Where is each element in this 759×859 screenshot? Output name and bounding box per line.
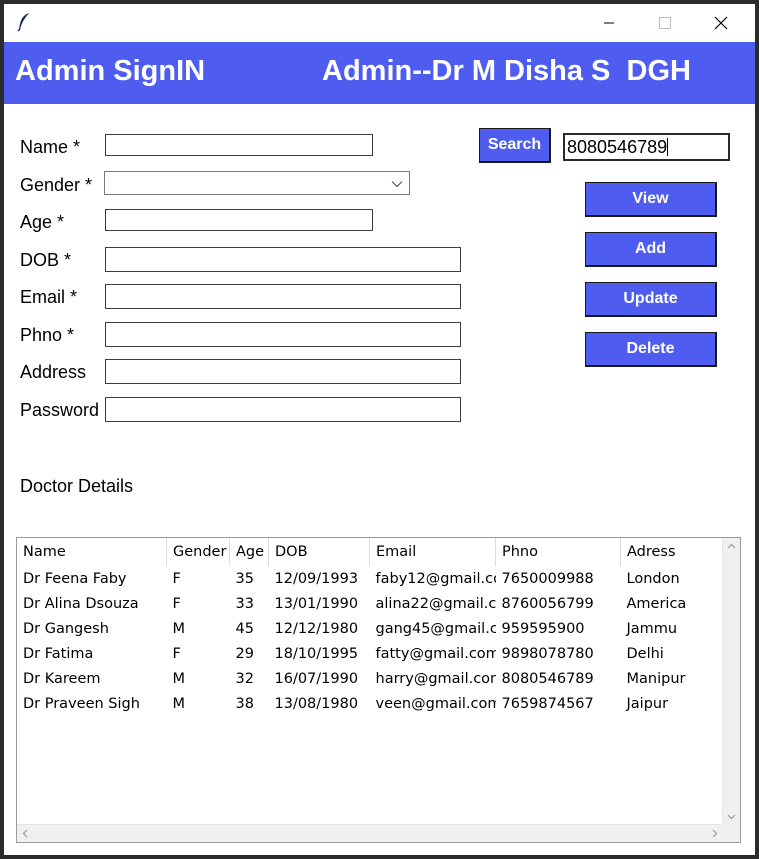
table-cell: Dr Praveen Sigh bbox=[23, 695, 140, 712]
table-cell: M bbox=[172, 670, 186, 687]
table-cell: 16/07/1990 bbox=[274, 670, 359, 687]
minimize-icon bbox=[604, 22, 614, 24]
table-cell: alina22@gmail.cc bbox=[375, 595, 496, 612]
table-row[interactable]: Dr Fatima F 29 18/10/1995 fatty@gmail.co… bbox=[17, 641, 740, 666]
age-label: Age * bbox=[20, 212, 65, 232]
close-button[interactable] bbox=[698, 8, 744, 38]
table-cell: 45 bbox=[235, 620, 254, 637]
table-cell: fatty@gmail.com bbox=[375, 645, 496, 662]
password-label: Password bbox=[20, 400, 100, 420]
table-row[interactable]: Dr Praveen Sigh M 38 13/08/1980 veen@gma… bbox=[17, 691, 740, 716]
email-label: Email * bbox=[20, 287, 78, 307]
table-cell: F bbox=[172, 570, 181, 587]
app-header: Admin SignIN Admin--Dr M Disha S DGH bbox=[4, 42, 755, 104]
maximize-icon bbox=[659, 17, 671, 29]
text-caret bbox=[667, 138, 669, 156]
scroll-right-icon[interactable] bbox=[710, 829, 719, 838]
table-cell: 29 bbox=[235, 645, 254, 662]
address-field[interactable] bbox=[105, 359, 461, 384]
password-field[interactable] bbox=[105, 397, 461, 422]
dob-label: DOB * bbox=[20, 250, 72, 270]
table-row[interactable]: Dr Alina Dsouza F 33 13/01/1990 alina22@… bbox=[17, 591, 740, 616]
gender-select[interactable] bbox=[104, 171, 410, 195]
table-cell: 7650009988 bbox=[501, 570, 594, 587]
table-cell: 12/09/1993 bbox=[274, 570, 359, 587]
phno-label: Phno * bbox=[20, 325, 75, 345]
column-header[interactable]: DOB bbox=[268, 538, 370, 566]
table-cell: Dr Kareem bbox=[23, 670, 101, 687]
scroll-up-icon[interactable] bbox=[727, 542, 736, 551]
gender-label: Gender * bbox=[20, 175, 93, 195]
name-field[interactable] bbox=[105, 134, 373, 156]
horizontal-scrollbar[interactable] bbox=[17, 824, 723, 842]
vertical-scrollbar[interactable] bbox=[722, 538, 740, 825]
table-cell: Dr Gangesh bbox=[23, 620, 109, 637]
email-field[interactable] bbox=[105, 284, 461, 309]
name-label: Name * bbox=[20, 137, 81, 157]
update-button[interactable]: Update bbox=[585, 282, 717, 317]
title-bar bbox=[4, 4, 755, 42]
feather-icon bbox=[17, 12, 31, 32]
minimize-button[interactable] bbox=[586, 8, 632, 38]
section-title: Doctor Details bbox=[20, 476, 134, 496]
table-cell: M bbox=[172, 695, 186, 712]
scrollbar-corner bbox=[723, 825, 740, 842]
column-header[interactable]: Email bbox=[369, 538, 496, 566]
table-row[interactable]: Dr Feena Faby F 35 12/09/1993 faby12@gma… bbox=[17, 566, 740, 591]
close-icon bbox=[714, 16, 728, 30]
phno-field[interactable] bbox=[105, 322, 461, 347]
column-header[interactable]: Phno bbox=[495, 538, 621, 566]
doctor-grid: Name Gender Age DOB Email Phno Adress Dr… bbox=[17, 538, 740, 716]
table-cell: F bbox=[172, 645, 181, 662]
table-cell: 12/12/1980 bbox=[274, 620, 359, 637]
admin-title: Admin--Dr M Disha S DGH bbox=[322, 55, 691, 87]
table-cell: F bbox=[172, 595, 181, 612]
table-cell: 38 bbox=[235, 695, 254, 712]
table-cell: 8080546789 bbox=[501, 670, 594, 687]
search-input-value: 8080546789 bbox=[567, 137, 668, 157]
table-cell: 33 bbox=[235, 595, 254, 612]
add-button[interactable]: Add bbox=[585, 232, 717, 267]
table-cell: Dr Alina Dsouza bbox=[23, 595, 139, 612]
app-window: Admin SignIN Admin--Dr M Disha S DGH Nam… bbox=[4, 4, 755, 855]
table-cell: M bbox=[172, 620, 186, 637]
doctor-table[interactable]: Name Gender Age DOB Email Phno Adress Dr… bbox=[16, 537, 741, 843]
chevron-down-icon bbox=[391, 177, 403, 189]
table-cell: harry@gmail.com bbox=[375, 670, 496, 687]
maximize-button[interactable] bbox=[642, 8, 688, 38]
table-cell: 35 bbox=[235, 570, 254, 587]
search-input[interactable]: 8080546789 bbox=[563, 133, 730, 161]
table-cell: faby12@gmail.co bbox=[375, 570, 496, 587]
scroll-down-icon[interactable] bbox=[727, 812, 736, 821]
scroll-left-icon[interactable] bbox=[21, 829, 30, 838]
table-cell: 9898078780 bbox=[501, 645, 594, 662]
table-cell: 8760056799 bbox=[501, 595, 594, 612]
table-cell: veen@gmail.com bbox=[375, 695, 496, 712]
table-row[interactable]: Dr Kareem M 32 16/07/1990 harry@gmail.co… bbox=[17, 666, 740, 691]
table-cell: 13/08/1980 bbox=[274, 695, 359, 712]
table-cell: 959595900 bbox=[501, 620, 585, 637]
search-button[interactable]: Search bbox=[479, 128, 551, 163]
table-cell: Dr Fatima bbox=[23, 645, 94, 662]
address-label: Address bbox=[20, 362, 87, 382]
dob-field[interactable] bbox=[105, 247, 461, 272]
column-header[interactable]: Gender bbox=[166, 538, 230, 566]
table-cell: Dr Feena Faby bbox=[23, 570, 127, 587]
table-cell: gang45@gmail.cc bbox=[375, 620, 496, 637]
table-cell: 13/01/1990 bbox=[274, 595, 359, 612]
age-field[interactable] bbox=[105, 209, 373, 231]
page-title: Admin SignIN bbox=[15, 55, 206, 87]
table-cell: 18/10/1995 bbox=[274, 645, 359, 662]
column-header[interactable]: Age bbox=[229, 538, 269, 566]
table-cell: 32 bbox=[235, 670, 254, 687]
table-cell: 7659874567 bbox=[501, 695, 594, 712]
column-header[interactable]: Name bbox=[17, 538, 167, 566]
table-header-row: Name Gender Age DOB Email Phno Adress bbox=[17, 538, 740, 566]
delete-button[interactable]: Delete bbox=[585, 332, 717, 367]
view-button[interactable]: View bbox=[585, 182, 717, 217]
table-row[interactable]: Dr Gangesh M 45 12/12/1980 gang45@gmail.… bbox=[17, 616, 740, 641]
